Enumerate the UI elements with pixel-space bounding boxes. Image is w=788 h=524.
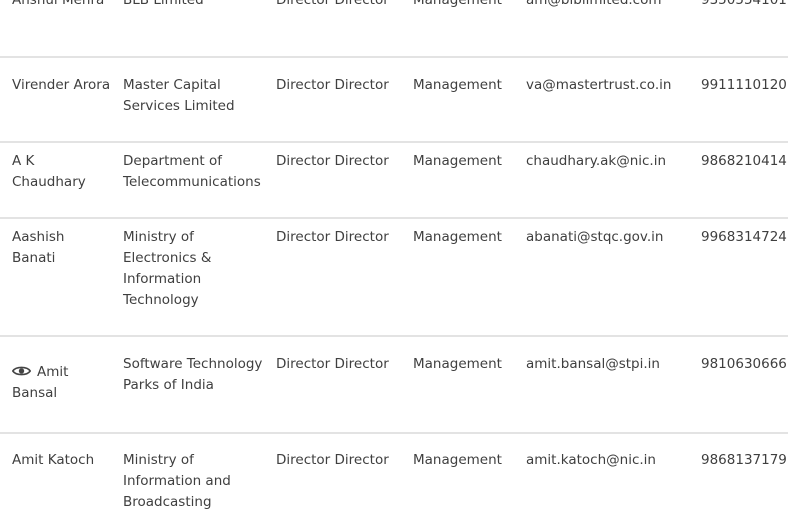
- contact-email[interactable]: amit.bansal@stpi.in: [526, 354, 696, 375]
- contact-department: Management: [413, 77, 502, 93]
- contact-phone: 9968314724: [701, 229, 787, 245]
- contact-email[interactable]: am@blblimited.com: [526, 0, 696, 11]
- contact-name: Virender Arora: [12, 77, 111, 93]
- table-row: Aashish Banati Ministry of Electronics &…: [0, 219, 788, 337]
- contact-designation: Director Director: [276, 356, 389, 372]
- contact-name: Anshul Mehra: [12, 0, 105, 8]
- table-row: Anshul Mehra BLB Limited Director Direct…: [0, 0, 788, 58]
- contact-email[interactable]: abanati@stqc.gov.in: [526, 227, 696, 248]
- eye-icon[interactable]: [12, 365, 31, 377]
- contact-phone: 9810630666: [701, 356, 787, 372]
- contact-designation: Director Director: [276, 153, 389, 169]
- contact-organization: Ministry of Information and Broadcasting: [123, 452, 231, 510]
- contact-department: Management: [413, 452, 502, 468]
- contact-organization: BLB Limited: [123, 0, 204, 8]
- contact-phone: 9868137179: [701, 452, 787, 468]
- contact-designation: Director Director: [276, 0, 389, 8]
- contact-designation: Director Director: [276, 229, 389, 245]
- contact-department: Management: [413, 229, 502, 245]
- contact-organization: Master Capital Services Limited: [123, 77, 235, 114]
- contact-designation: Director Director: [276, 452, 389, 468]
- contact-department: Management: [413, 356, 502, 372]
- contact-name: Amit Katoch: [12, 452, 95, 468]
- contact-email[interactable]: va@mastertrust.co.in: [526, 75, 696, 96]
- contact-email[interactable]: amit.katoch@nic.in: [526, 450, 696, 471]
- contact-name: A K Chaudhary: [12, 153, 86, 190]
- contact-organization: Department of Telecommunications: [123, 153, 261, 190]
- table-row: A K Chaudhary Department of Telecommunic…: [0, 143, 788, 219]
- table-row: Amit Katoch Ministry of Information and …: [0, 434, 788, 524]
- table-row: Virender Arora Master Capital Services L…: [0, 67, 788, 143]
- contact-email[interactable]: chaudhary.ak@nic.in: [526, 151, 696, 172]
- contact-name-wrapper: Amit Bansal: [12, 362, 112, 404]
- contact-organization: Software Technology Parks of India: [123, 356, 263, 393]
- contact-phone: 9868210414: [701, 153, 787, 169]
- contact-organization: Ministry of Electronics & Information Te…: [123, 229, 212, 308]
- table-row: Amit Bansal Software Technology Parks of…: [0, 337, 788, 434]
- contact-phone: 9911110120: [701, 77, 787, 93]
- contact-department: Management: [413, 153, 502, 169]
- contacts-table: Anshul Mehra BLB Limited Director Direct…: [0, 0, 788, 524]
- contact-phone: 9350554101: [701, 0, 787, 8]
- contact-department: Management: [413, 0, 502, 8]
- contact-name: Aashish Banati: [12, 229, 65, 266]
- contact-designation: Director Director: [276, 77, 389, 93]
